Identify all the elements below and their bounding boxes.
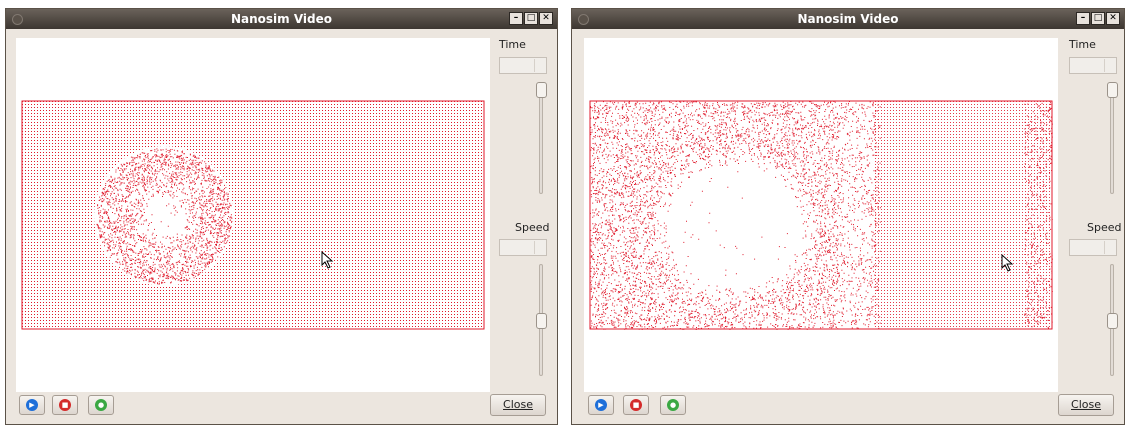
record-button[interactable]: ● bbox=[660, 395, 686, 415]
record-icon: ● bbox=[95, 399, 107, 411]
particle-field bbox=[21, 100, 485, 330]
window-title: Nanosim Video bbox=[230, 12, 333, 26]
spin-arrows-icon[interactable] bbox=[534, 59, 545, 72]
close-icon: ✕ bbox=[1109, 13, 1117, 23]
minimize-button[interactable]: – bbox=[509, 12, 523, 25]
record-button[interactable]: ● bbox=[88, 395, 114, 415]
close-label: Close bbox=[503, 398, 533, 411]
particle-field bbox=[589, 100, 1053, 330]
spin-arrows-icon[interactable] bbox=[534, 241, 545, 254]
maximize-icon: □ bbox=[1093, 13, 1103, 23]
titlebar[interactable]: Nanosim Video – □ ✕ bbox=[572, 9, 1124, 29]
close-button[interactable]: Close bbox=[490, 394, 546, 416]
maximize-button[interactable]: □ bbox=[524, 12, 538, 25]
speed-label: Speed bbox=[1087, 221, 1122, 234]
window-controls: – □ ✕ bbox=[509, 12, 553, 25]
time-spinbox[interactable] bbox=[499, 57, 547, 74]
play-icon: ▶ bbox=[595, 399, 607, 411]
nanosim-window-2: Nanosim Video – □ ✕ Time Speed ▶ ■ ● Clo… bbox=[571, 8, 1125, 425]
nanosim-window-1: Nanosim Video – □ ✕ Time Speed ▶ ■ ● Clo… bbox=[5, 8, 558, 425]
speed-label: Speed bbox=[515, 221, 550, 234]
minimize-button[interactable]: – bbox=[1076, 12, 1090, 25]
time-slider-thumb[interactable] bbox=[1107, 82, 1118, 98]
close-button[interactable]: Close bbox=[1058, 394, 1114, 416]
record-icon: ● bbox=[667, 399, 679, 411]
window-controls: – □ ✕ bbox=[1076, 12, 1120, 25]
speed-spinbox[interactable] bbox=[1069, 239, 1117, 256]
play-icon: ▶ bbox=[26, 399, 38, 411]
mouse-pointer-icon bbox=[1001, 254, 1014, 272]
stop-button[interactable]: ■ bbox=[52, 395, 78, 415]
minimize-icon: – bbox=[513, 13, 519, 23]
side-controls: Time Speed bbox=[488, 38, 550, 398]
time-label: Time bbox=[499, 38, 526, 51]
stop-icon: ■ bbox=[630, 399, 642, 411]
time-label: Time bbox=[1069, 38, 1096, 51]
close-label: Close bbox=[1071, 398, 1101, 411]
spin-arrows-icon[interactable] bbox=[1104, 59, 1115, 72]
play-button[interactable]: ▶ bbox=[588, 395, 614, 415]
speed-slider-thumb[interactable] bbox=[536, 313, 547, 329]
minimize-icon: – bbox=[1080, 13, 1086, 23]
close-window-button[interactable]: ✕ bbox=[539, 12, 553, 25]
maximize-button[interactable]: □ bbox=[1091, 12, 1105, 25]
time-slider-track[interactable] bbox=[539, 82, 543, 194]
spin-arrows-icon[interactable] bbox=[1104, 241, 1115, 254]
stop-button[interactable]: ■ bbox=[623, 395, 649, 415]
titlebar[interactable]: Nanosim Video – □ ✕ bbox=[6, 9, 557, 29]
stop-icon: ■ bbox=[59, 399, 71, 411]
time-spinbox[interactable] bbox=[1069, 57, 1117, 74]
simulation-canvas[interactable] bbox=[16, 38, 490, 392]
speed-spinbox[interactable] bbox=[499, 239, 547, 256]
close-icon: ✕ bbox=[542, 13, 550, 23]
window-title: Nanosim Video bbox=[797, 12, 899, 26]
play-button[interactable]: ▶ bbox=[19, 395, 45, 415]
side-controls: Time Speed bbox=[1060, 38, 1122, 398]
mouse-pointer-icon bbox=[321, 251, 334, 269]
time-slider-thumb[interactable] bbox=[536, 82, 547, 98]
simulation-canvas[interactable] bbox=[584, 38, 1058, 392]
maximize-icon: □ bbox=[526, 13, 536, 23]
speed-slider-thumb[interactable] bbox=[1107, 313, 1118, 329]
close-window-button[interactable]: ✕ bbox=[1106, 12, 1120, 25]
time-slider-track[interactable] bbox=[1110, 82, 1114, 194]
